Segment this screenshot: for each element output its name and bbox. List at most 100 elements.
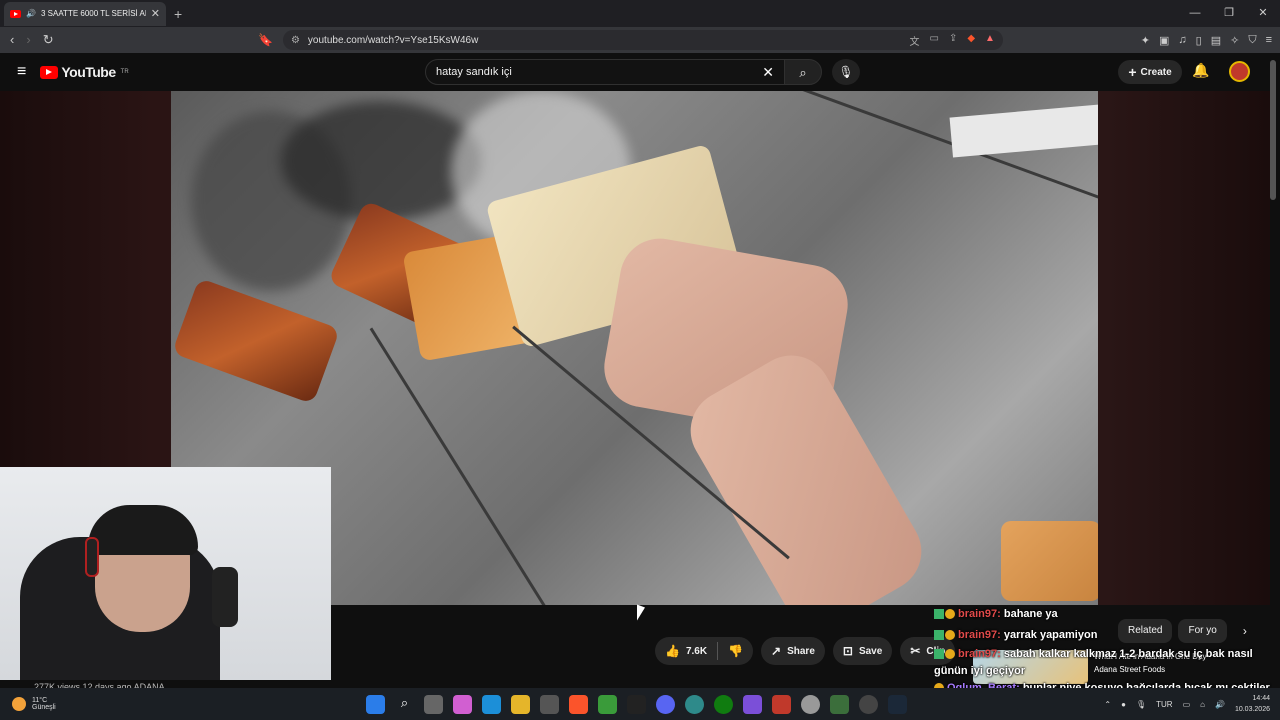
reload-icon[interactable]: ↻ xyxy=(43,32,54,48)
chat-message: brain97: sabah kalkar kalkmaz 1-2 bardak… xyxy=(934,646,1270,680)
chat-text: yarrak yapamiyon xyxy=(1003,629,1098,641)
close-tab-icon[interactable]: ✕ xyxy=(151,7,160,20)
xbox-icon[interactable] xyxy=(714,694,733,714)
share-label: Share xyxy=(787,645,815,657)
brave-browser-icon[interactable] xyxy=(569,694,588,714)
streamer-hair xyxy=(88,505,198,555)
tray-mic-icon[interactable]: 🎙 xyxy=(1136,700,1146,709)
media-app-icon[interactable] xyxy=(772,694,791,714)
close-window-icon[interactable]: ✕ xyxy=(1246,0,1280,27)
level-badge-icon xyxy=(945,630,955,641)
search-query: hatay sandık içi xyxy=(436,66,512,78)
bread-corner xyxy=(1001,521,1098,601)
youtube-play-icon xyxy=(40,65,59,79)
youtube-favicon-icon xyxy=(10,9,21,18)
navigation-buttons: ‹ › ↻ xyxy=(10,32,70,48)
chat-username: brain97: xyxy=(958,629,1001,641)
microphone-icon: 🎙 xyxy=(838,65,854,79)
shield-app-icon[interactable] xyxy=(801,694,820,714)
browser-tab-bar: 🔊 3 SAATTE 6000 TL SERİSİ ADA ✕ + — ❐ ✕ xyxy=(0,0,1280,27)
extensions-icon[interactable]: ✦ xyxy=(1141,34,1150,47)
thumbs-down-icon[interactable]: 👎 xyxy=(728,644,743,658)
file-explorer-icon[interactable] xyxy=(511,694,530,714)
microphone-stand xyxy=(212,567,238,627)
search-icon: ⌕ xyxy=(799,65,807,80)
tab-title: 3 SAATTE 6000 TL SERİSİ ADA xyxy=(40,9,146,18)
level-badge-icon xyxy=(945,609,955,620)
url-actions: 文 ▭ ⇪ ◆ ▲ xyxy=(910,33,995,48)
browser-tab[interactable]: 🔊 3 SAATTE 6000 TL SERİSİ ADA ✕ xyxy=(4,1,166,26)
weather-widget[interactable]: 11°C Güneşli xyxy=(12,697,102,711)
youtube-logo[interactable]: YouTube TR xyxy=(40,64,129,80)
minimize-icon[interactable]: — xyxy=(1178,0,1212,27)
hamburger-menu-icon[interactable]: ≡ xyxy=(17,63,26,81)
brave-rewards-icon[interactable]: ▲ xyxy=(985,33,995,48)
volume-icon[interactable]: 🔊 xyxy=(1215,700,1225,709)
search-input[interactable]: hatay sandık içi ✕ xyxy=(425,59,785,85)
obs-icon[interactable] xyxy=(859,694,878,714)
translate-icon[interactable]: 文 xyxy=(910,33,920,48)
bookmark-save-icon: ⊡ xyxy=(842,644,853,658)
like-count: 7.6K xyxy=(685,645,708,657)
speaker-icon[interactable]: 🔊 xyxy=(26,9,36,18)
network-icon[interactable]: ⌂ xyxy=(1200,700,1205,709)
cast-icon[interactable]: ▭ xyxy=(930,33,939,48)
capcut-icon[interactable] xyxy=(627,694,646,714)
copilot-icon[interactable] xyxy=(453,694,472,714)
minecraft-icon[interactable] xyxy=(598,694,617,714)
clear-search-icon[interactable]: ✕ xyxy=(762,64,774,81)
store-icon[interactable] xyxy=(540,694,559,714)
menu-icon[interactable]: ≡ xyxy=(1266,34,1272,47)
url-field[interactable]: ⚙ youtube.com/watch?v=Yse15KsW46w 文 ▭ ⇪ … xyxy=(282,30,1003,50)
edge-icon[interactable] xyxy=(482,694,501,714)
voice-search-button[interactable]: 🎙 xyxy=(832,59,860,85)
sidebar-icon[interactable]: ▯ xyxy=(1196,34,1202,47)
bookmark-icon[interactable]: 🔖 xyxy=(258,33,273,47)
language-indicator[interactable]: TUR xyxy=(1156,700,1172,709)
settings-app-icon[interactable] xyxy=(830,694,849,714)
account-avatar[interactable] xyxy=(1229,61,1250,82)
share-button[interactable]: ↗ Share xyxy=(761,637,825,665)
share-icon: ↗ xyxy=(771,644,782,658)
weather-condition: Güneşli xyxy=(32,704,56,711)
leo-ai-icon[interactable]: ✧ xyxy=(1230,34,1239,47)
extensions-toolbar: ✦ ▣ ♫ ▯ ▤ ✧ ⛉ ≡ xyxy=(1141,34,1272,47)
save-button[interactable]: ⊡ Save xyxy=(832,637,893,665)
restore-icon[interactable]: ❐ xyxy=(1212,0,1246,27)
clock[interactable]: 14:44 10.03.2026 xyxy=(1235,693,1270,715)
create-button[interactable]: + Create xyxy=(1118,60,1182,84)
steam-icon[interactable] xyxy=(888,694,907,714)
date: 10.03.2026 xyxy=(1234,706,1270,713)
system-tray: ⌃ ● 🎙 TUR ▭ ⌂ 🔊 14:44 10.03.2026 xyxy=(1104,688,1270,720)
search-taskbar-icon[interactable]: ⌕ xyxy=(395,695,414,714)
webcam-overlay xyxy=(0,467,331,680)
tray-overflow-icon[interactable]: ⌃ xyxy=(1104,700,1111,709)
discord-icon[interactable] xyxy=(656,694,675,714)
notifications-bell-icon[interactable]: 🔔 xyxy=(1192,62,1209,79)
site-info-icon[interactable]: ⚙ xyxy=(291,35,300,46)
task-view-icon[interactable] xyxy=(424,694,443,714)
wallet-icon[interactable]: ▤ xyxy=(1211,34,1221,47)
subscriber-badge-icon xyxy=(934,609,944,620)
media-icon[interactable]: ♫ xyxy=(1178,34,1186,47)
subscriber-badge-icon xyxy=(934,649,944,660)
search-button[interactable]: ⌕ xyxy=(784,59,822,85)
like-button[interactable]: 👍 7.6K 👎 xyxy=(655,637,754,665)
vpn-icon[interactable]: ⛉ xyxy=(1248,34,1256,47)
obs-colored-icon[interactable] xyxy=(743,694,762,714)
time: 14:44 xyxy=(1252,695,1270,702)
forward-icon[interactable]: › xyxy=(26,32,30,48)
tray-app-icon[interactable]: ● xyxy=(1121,700,1126,709)
chat-message: brain97: yarrak yapamiyon xyxy=(934,625,1270,646)
brave-shield-icon[interactable]: ◆ xyxy=(967,33,975,48)
share-page-icon[interactable]: ⇪ xyxy=(949,33,957,48)
windows-start-icon[interactable] xyxy=(366,694,385,714)
back-icon[interactable]: ‹ xyxy=(10,32,14,48)
page-scrollbar[interactable] xyxy=(1270,60,1276,200)
screenshot-icon[interactable]: ▣ xyxy=(1159,34,1169,47)
new-tab-button[interactable]: + xyxy=(174,6,182,22)
create-label: Create xyxy=(1140,66,1172,78)
chat-message: brain97: bahane ya xyxy=(934,604,1270,625)
globe-app-icon[interactable] xyxy=(685,694,704,714)
display-icon[interactable]: ▭ xyxy=(1183,700,1191,709)
